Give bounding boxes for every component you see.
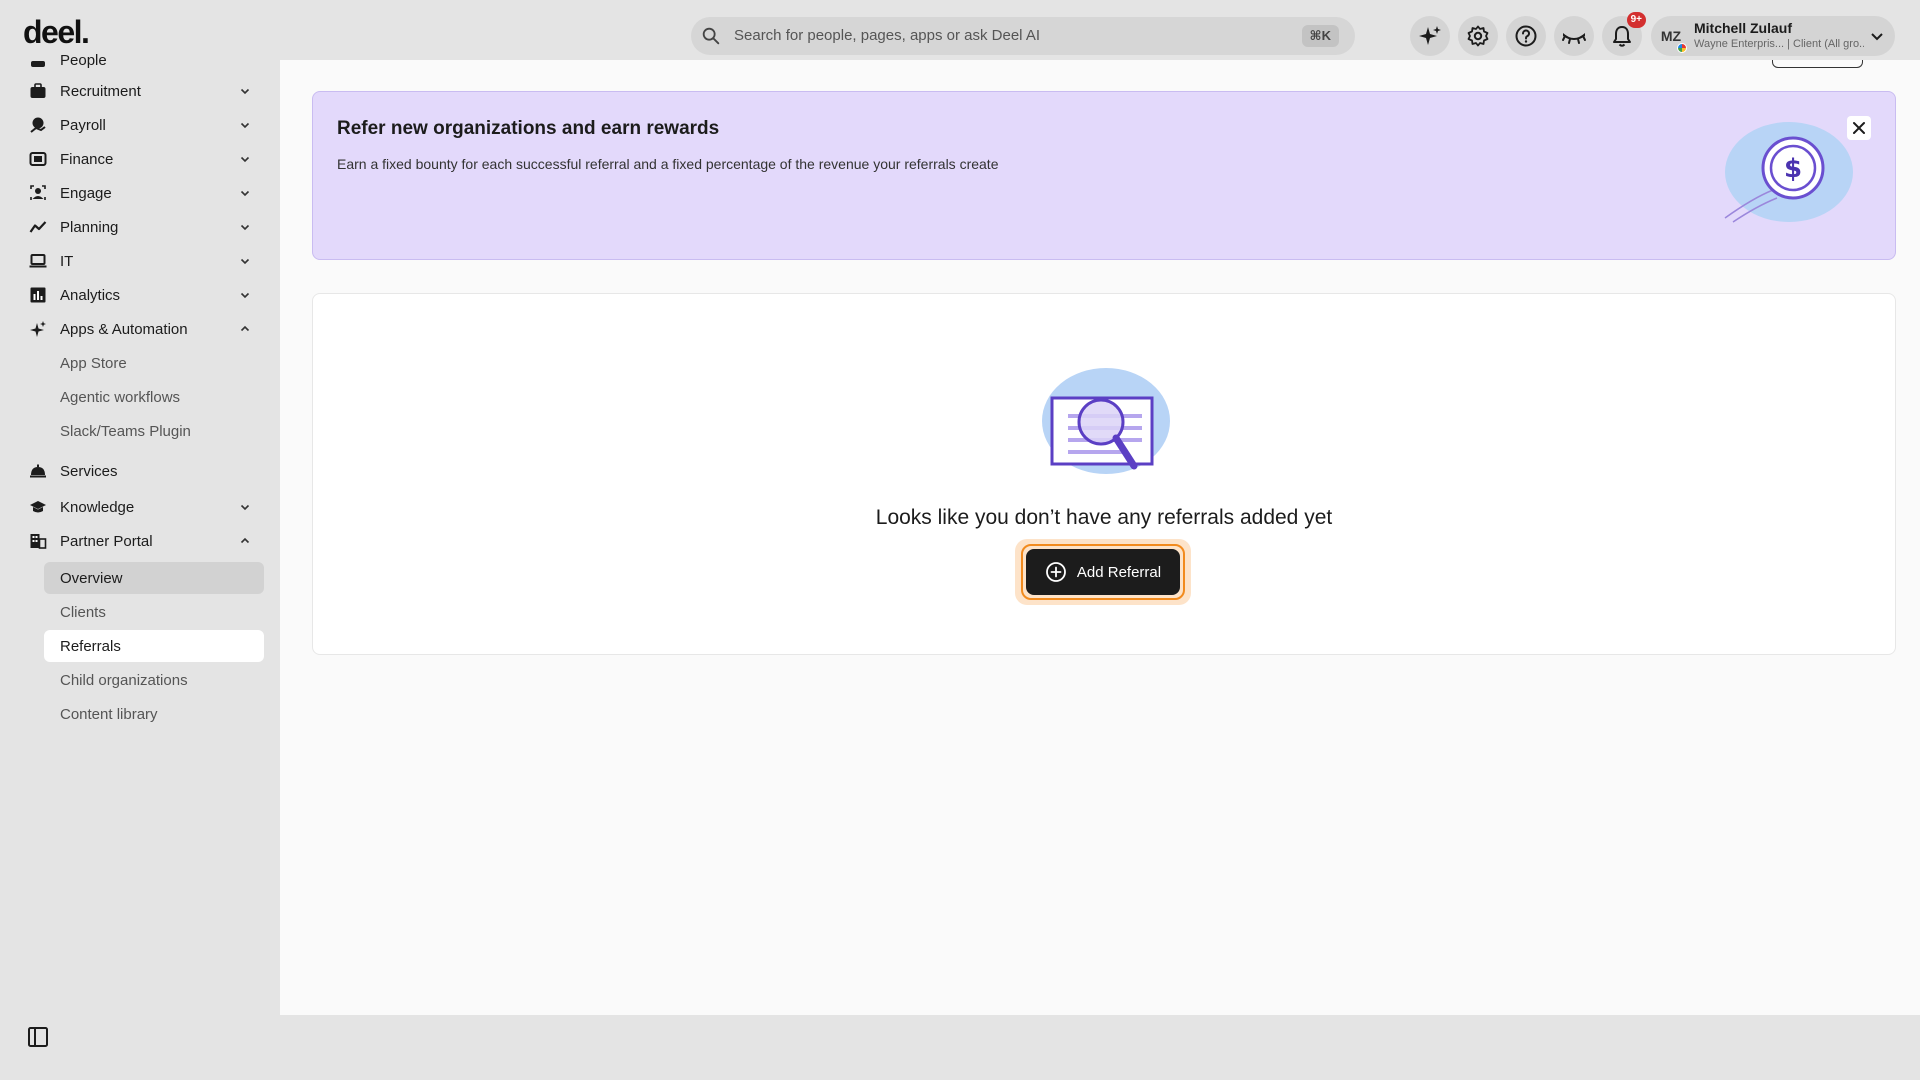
user-menu[interactable]: MZ Mitchell Zulauf Wayne Enterpris... | … xyxy=(1651,16,1895,56)
finance-icon xyxy=(28,149,48,169)
people-icon xyxy=(28,50,48,70)
sidebar-item-label: IT xyxy=(60,252,74,270)
user-org-role: Wayne Enterpris... | Client (All gro... xyxy=(1694,38,1864,50)
empty-state-message: Looks like you don’t have any referrals … xyxy=(875,506,1333,529)
sparkle-icon xyxy=(28,319,48,339)
privacy-mode-button[interactable] xyxy=(1554,16,1594,56)
payroll-icon xyxy=(28,115,48,135)
sidebar-item-engage[interactable]: Engage xyxy=(28,176,258,210)
chevron-down-icon xyxy=(240,88,250,95)
sidebar-item-apps-automation[interactable]: Apps & Automation xyxy=(28,312,258,346)
eye-closed-icon xyxy=(1562,33,1586,44)
sidebar-item-label: Planning xyxy=(60,218,119,236)
deel-logo[interactable]: deel. xyxy=(23,14,90,51)
search-input[interactable]: Search for people, pages, apps or ask De… xyxy=(734,27,1040,44)
sidebar-item-label: Analytics xyxy=(60,286,121,304)
settings-button[interactable] xyxy=(1458,16,1498,56)
add-referral-button[interactable]: Add Referral xyxy=(1026,549,1180,595)
chevron-down-icon xyxy=(240,190,250,197)
building-icon xyxy=(28,531,48,551)
banner-description: Earn a fixed bounty for each successful … xyxy=(337,156,999,172)
sidebar-item-partner-portal[interactable]: Partner Portal xyxy=(28,524,258,558)
sidebar-item-label: Engage xyxy=(60,184,112,202)
main-content: Refer new organizations and earn rewards… xyxy=(280,60,1920,1015)
close-banner-button[interactable] xyxy=(1847,116,1871,140)
deel-ai-button[interactable] xyxy=(1410,16,1450,56)
sidebar-item-label: Knowledge xyxy=(60,498,135,516)
sidebar-item-label: Finance xyxy=(60,150,114,168)
notification-count-badge: 9+ xyxy=(1626,12,1646,28)
sidebar-item-people[interactable]: People xyxy=(28,48,258,72)
gear-icon xyxy=(1467,25,1489,47)
sidebar-item-knowledge[interactable]: Knowledge xyxy=(28,490,258,524)
sidebar-item-services[interactable]: Services xyxy=(28,454,258,488)
global-search[interactable]: Search for people, pages, apps or ask De… xyxy=(691,17,1355,55)
briefcase-icon xyxy=(28,81,48,101)
engage-icon xyxy=(28,183,48,203)
avatar-initials: MZ xyxy=(1660,28,1682,44)
sidebar-item-label: Apps & Automation xyxy=(60,320,188,338)
graduation-cap-icon xyxy=(28,497,48,517)
sidebar-item-recruitment[interactable]: Recruitment xyxy=(28,74,258,108)
sidebar-item-planning[interactable]: Planning xyxy=(28,210,258,244)
notifications-button[interactable]: 9+ xyxy=(1602,12,1646,56)
referrals-empty-state-card: Looks like you don’t have any referrals … xyxy=(312,293,1896,655)
chevron-down-icon xyxy=(1871,33,1883,41)
analytics-icon xyxy=(28,285,48,305)
close-icon xyxy=(1853,122,1865,134)
banner-title: Refer new organizations and earn rewards xyxy=(337,118,720,139)
help-button[interactable] xyxy=(1506,16,1546,56)
chevron-up-icon xyxy=(240,325,250,332)
sidebar-item-label: Partner Portal xyxy=(60,532,153,550)
empty-search-illustration xyxy=(1042,368,1170,474)
chevron-down-icon xyxy=(240,224,250,231)
header-action-button[interactable] xyxy=(1772,60,1863,68)
search-icon xyxy=(702,27,720,45)
laptop-icon xyxy=(28,251,48,271)
sidebar-item-label: Recruitment xyxy=(60,82,141,100)
org-logo-icon xyxy=(1677,43,1687,53)
chevron-down-icon xyxy=(240,504,250,511)
svg-text:$: $ xyxy=(1784,154,1802,184)
sidebar-subitem-child-organizations[interactable]: Child organizations xyxy=(44,664,264,696)
sidebar-subitem-content-library[interactable]: Content library xyxy=(44,698,264,730)
referral-promo-banner: Refer new organizations and earn rewards… xyxy=(312,91,1896,260)
coin-illustration: $ xyxy=(1724,122,1853,223)
avatar: MZ xyxy=(1655,20,1687,53)
chevron-down-icon xyxy=(240,258,250,265)
ai-sparkle-icon xyxy=(1419,26,1441,45)
sidebar-item-finance[interactable]: Finance xyxy=(28,142,258,176)
sidebar-subitem-clients[interactable]: Clients xyxy=(44,596,264,628)
sidebar-subitem-agentic-workflows[interactable]: Agentic workflows xyxy=(44,381,264,413)
sidebar-subitem-overview[interactable]: Overview xyxy=(44,562,264,594)
sidebar-item-label: Payroll xyxy=(60,116,106,134)
chevron-down-icon xyxy=(240,292,250,299)
user-name: Mitchell Zulauf xyxy=(1694,20,1792,36)
sidebar-item-it[interactable]: IT xyxy=(28,244,258,278)
chevron-up-icon xyxy=(240,537,250,544)
trend-icon xyxy=(28,217,48,237)
bell-icon xyxy=(1613,26,1631,47)
search-shortcut: ⌘K xyxy=(1301,25,1339,47)
sidebar-item-payroll[interactable]: Payroll xyxy=(28,108,258,142)
sidebar-item-label: Services xyxy=(60,462,118,480)
add-referral-label: Add Referral xyxy=(1076,563,1162,581)
sidebar: People Recruitment Payroll Finance Engag… xyxy=(0,52,280,1080)
sidebar-item-label: People xyxy=(60,51,107,69)
top-bar: deel. Search for people, pages, apps or … xyxy=(0,0,1920,60)
help-icon xyxy=(1515,25,1537,47)
sidebar-item-analytics[interactable]: Analytics xyxy=(28,278,258,312)
sidebar-subitem-referrals[interactable]: Referrals xyxy=(44,630,264,662)
sidebar-collapse-icon[interactable] xyxy=(27,1026,49,1048)
chevron-down-icon xyxy=(240,156,250,163)
chevron-down-icon xyxy=(240,122,250,129)
sidebar-subitem-app-store[interactable]: App Store xyxy=(44,347,264,379)
sidebar-subitem-slack-teams-plugin[interactable]: Slack/Teams Plugin xyxy=(44,415,264,447)
plus-circle-icon xyxy=(1045,562,1066,582)
service-bell-icon xyxy=(28,461,48,481)
